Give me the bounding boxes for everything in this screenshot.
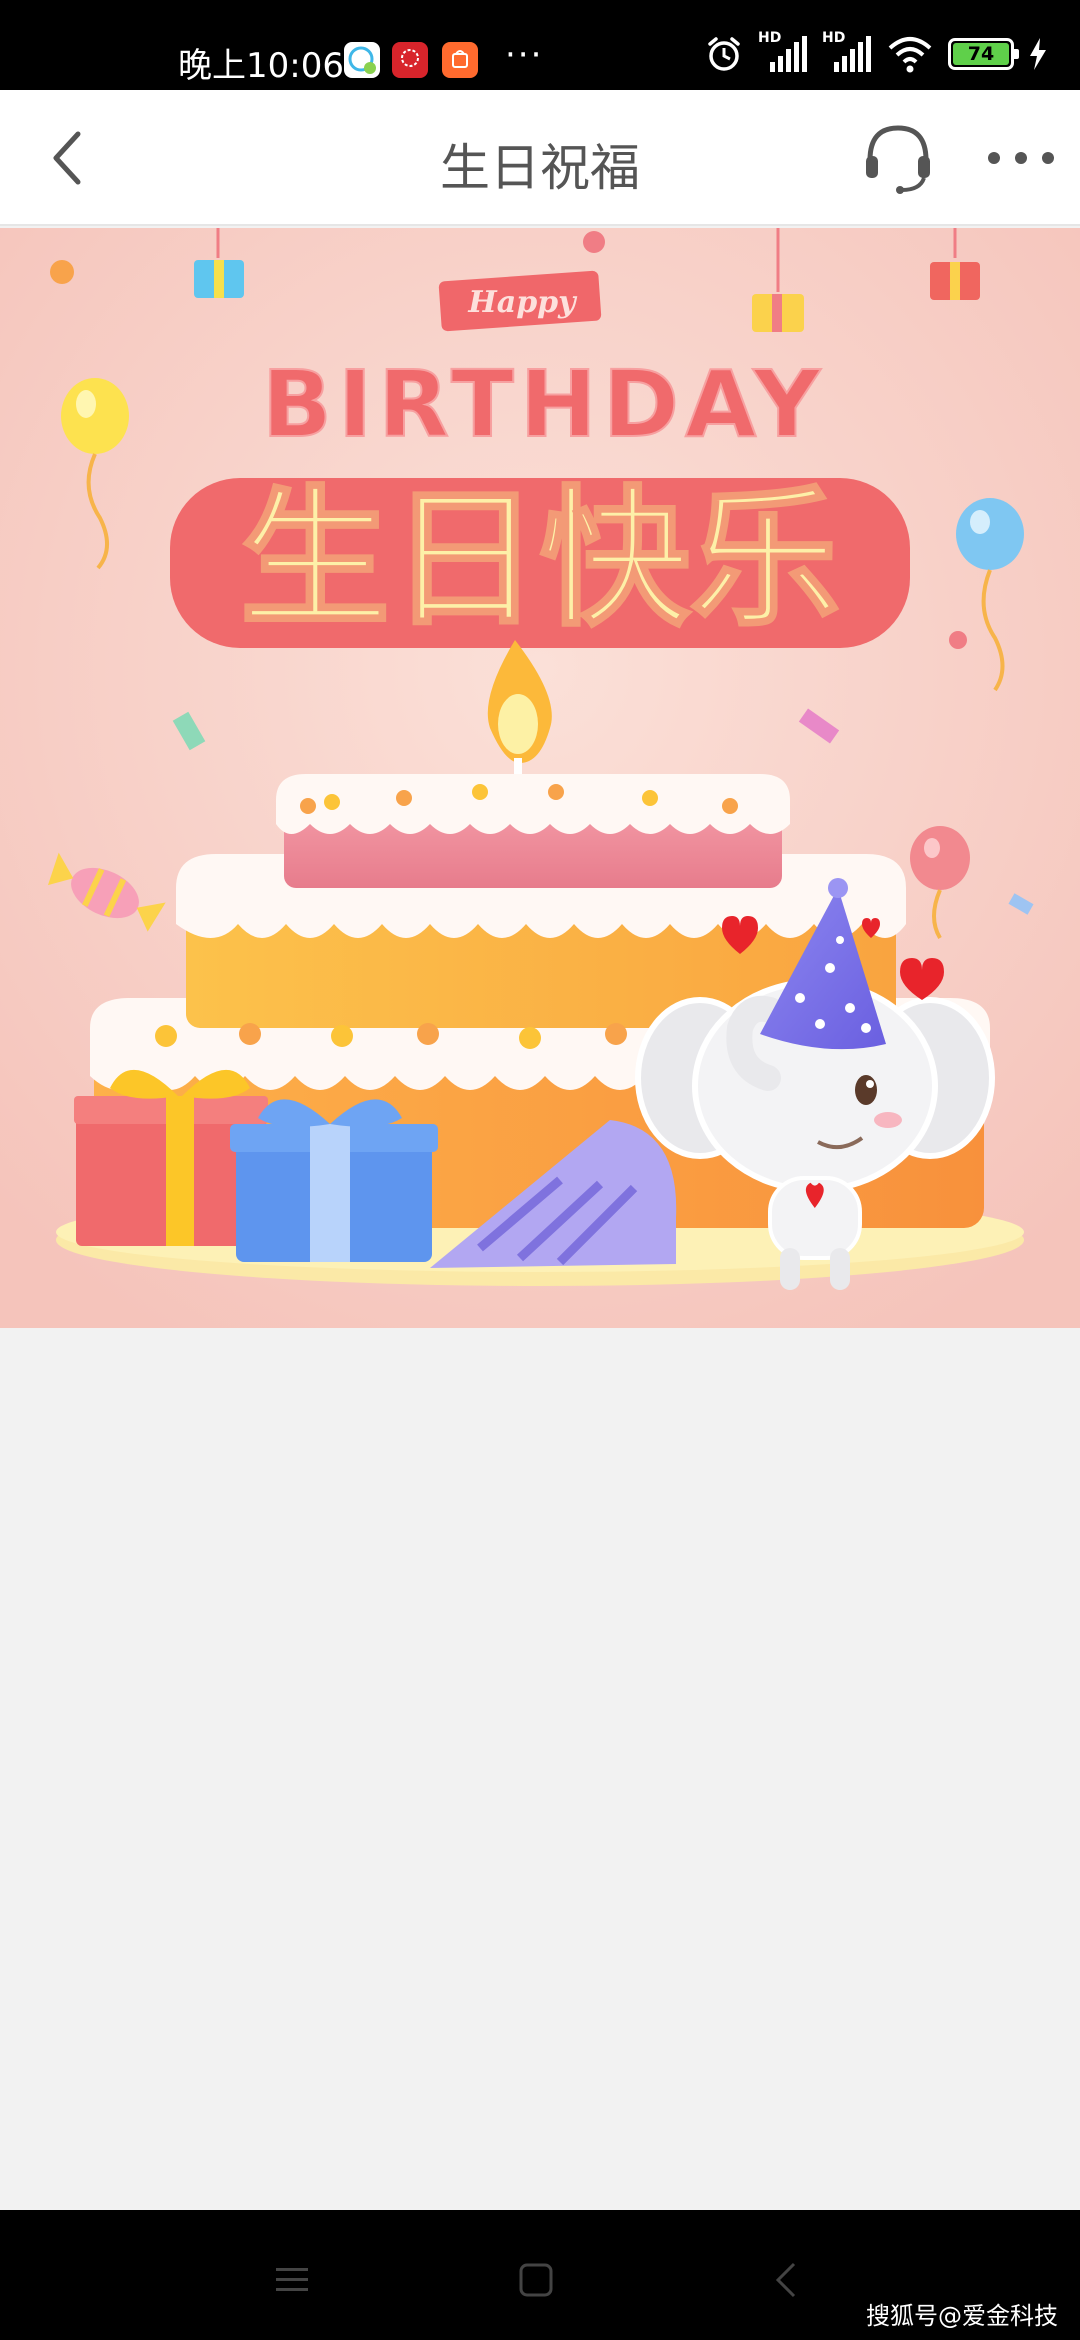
- system-back-button[interactable]: [756, 2250, 816, 2310]
- more-dot: [1042, 152, 1054, 164]
- signal-hd-label: HD: [758, 30, 782, 46]
- happy-text: Happy: [467, 285, 578, 320]
- signal-icon-2: HD: [822, 30, 872, 74]
- status-time: 晚上10:06: [178, 46, 344, 86]
- wifi-icon: [888, 37, 932, 73]
- customer-service-button[interactable]: [860, 120, 936, 196]
- battery-level: 74: [953, 43, 1009, 65]
- charging-icon: [1030, 38, 1046, 70]
- more-options-button[interactable]: [988, 130, 1054, 186]
- birthday-banner-image: Happy BIRTHDAY 生日快乐: [0, 228, 1080, 1328]
- alarm-icon: [708, 37, 740, 71]
- more-dot: [988, 152, 1000, 164]
- navigation-bar: 搜狐号@爱金科技: [0, 2210, 1080, 2340]
- watermark-text: 搜狐号@爱金科技: [866, 2302, 1058, 2330]
- status-bar: 晚上10:06 ··· HD HD 74: [0, 0, 1080, 90]
- headset-icon: [866, 125, 930, 194]
- content-area: [0, 1328, 1080, 2210]
- home-square-icon: [519, 2263, 553, 2297]
- home-button[interactable]: [506, 2250, 566, 2310]
- signal-hd-label-2: HD: [822, 30, 846, 46]
- shopping-app-icon: [442, 42, 478, 78]
- top-bar: 生日祝福: [0, 90, 1080, 226]
- status-indicators: HD HD 74: [704, 30, 1048, 76]
- more-dot: [1015, 152, 1027, 164]
- back-triangle-icon: [775, 2262, 796, 2298]
- greeting-title: 生日快乐: [170, 472, 910, 649]
- messenger-app-icon: [344, 42, 380, 78]
- birthday-text: BIRTHDAY: [262, 351, 826, 458]
- menu-icon: [276, 2268, 308, 2291]
- status-more-indicator: ···: [505, 35, 544, 75]
- red-app-icon: [392, 42, 428, 78]
- signal-icon: HD: [758, 30, 808, 74]
- battery-icon: 74: [948, 38, 1019, 70]
- recent-apps-button[interactable]: [262, 2250, 322, 2310]
- greeting-text: 生日快乐: [240, 473, 840, 647]
